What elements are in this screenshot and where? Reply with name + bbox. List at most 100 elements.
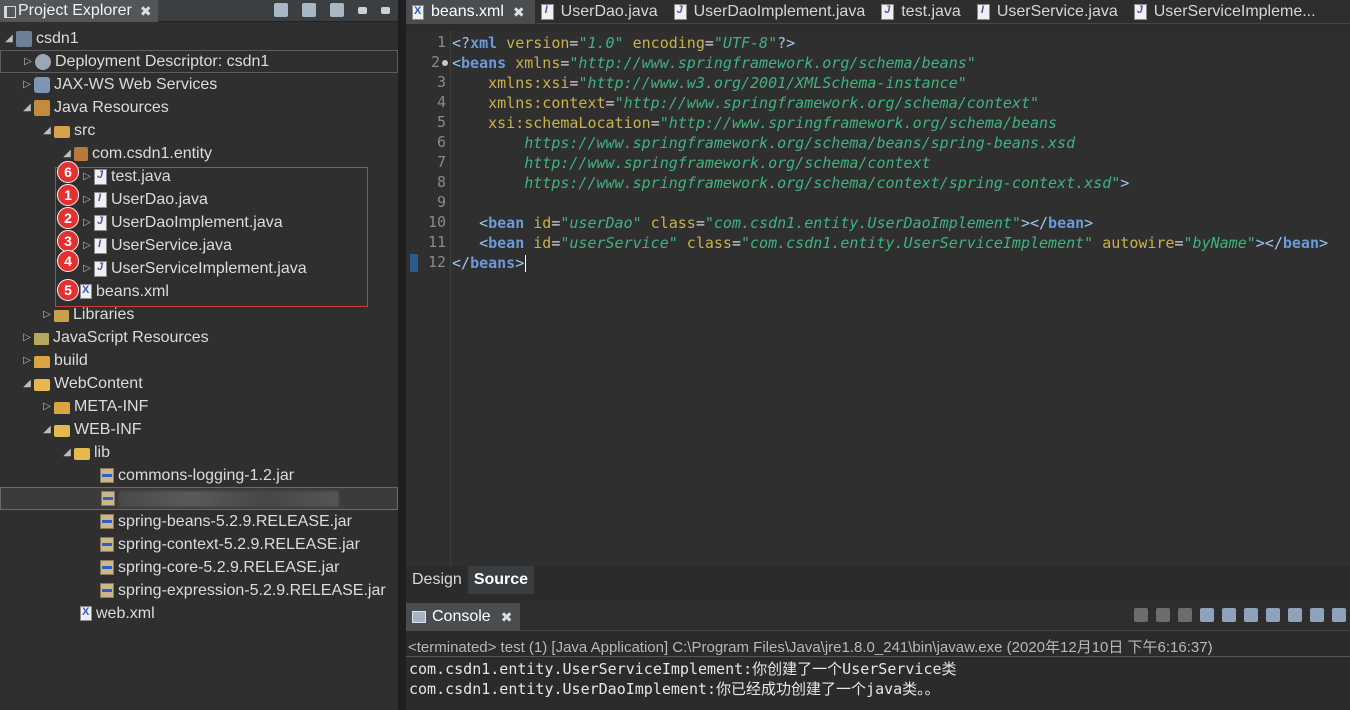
expand-arrow-icon[interactable]: ◢ xyxy=(20,102,34,113)
code-token: "userDao" xyxy=(560,214,642,232)
tree-item-javascript-resources[interactable]: ▷ JavaScript Resources xyxy=(0,326,398,349)
display-selected-console-icon[interactable] xyxy=(1288,608,1302,622)
expand-arrow-icon[interactable]: ▷ xyxy=(40,309,54,320)
code-token: encoding xyxy=(623,34,705,52)
line-number: 6 xyxy=(436,133,446,151)
clear-console-icon[interactable] xyxy=(1200,608,1214,622)
tree-item-spring-expression-jar[interactable]: spring-expression-5.2.9.RELEASE.jar xyxy=(0,579,398,602)
code-token: = xyxy=(605,94,615,112)
jar-icon xyxy=(100,468,114,483)
tree-item-label: JavaScript Resources xyxy=(53,328,209,346)
code-token: version xyxy=(497,34,570,52)
terminate-icon[interactable] xyxy=(1134,608,1148,622)
tree-item-web-inf[interactable]: ◢ WEB-INF xyxy=(0,418,398,441)
code-line-5: xsi:schemaLocation="http://www.springfra… xyxy=(452,113,1057,133)
package-icon xyxy=(74,146,88,161)
tree-item-label: lib xyxy=(94,443,111,461)
expand-arrow-icon[interactable]: ▷ xyxy=(21,56,35,67)
line-number: 5 xyxy=(436,113,446,131)
tree-item-label: com.csdn1.entity xyxy=(92,144,213,162)
console-toolbar xyxy=(1134,608,1346,622)
tab-design[interactable]: Design xyxy=(406,566,468,594)
code-token: "http://www.springframework.org/schema/b… xyxy=(659,114,1058,132)
tree-item-csdn1[interactable]: ◢ csdn1 xyxy=(0,27,398,50)
code-token: "http://www.springframework.org/schema/b… xyxy=(569,54,976,72)
code-token: > xyxy=(1318,234,1329,252)
tab-label: UserDaoImplement.java xyxy=(693,3,866,20)
link-with-editor-icon[interactable] xyxy=(302,3,316,17)
java-file-icon xyxy=(881,4,895,20)
pin-console-icon[interactable] xyxy=(1266,608,1280,622)
tab-label: Project Explorer xyxy=(18,2,132,19)
tree-item-commons-logging-jar[interactable]: commons-logging-1.2.jar xyxy=(0,464,398,487)
code-token: ></ xyxy=(1020,214,1049,232)
tab-test-java[interactable]: test.java xyxy=(875,0,971,24)
tree-item-spring-beans-jar[interactable]: spring-beans-5.2.9.RELEASE.jar xyxy=(0,510,398,533)
tree-item-spring-context-jar[interactable]: spring-context-5.2.9.RELEASE.jar xyxy=(0,533,398,556)
collapse-all-icon[interactable] xyxy=(274,3,288,17)
expand-arrow-icon[interactable]: ▷ xyxy=(20,332,34,343)
expand-arrow-icon[interactable]: ▷ xyxy=(40,401,54,412)
jar-icon xyxy=(100,537,114,552)
remove-all-icon[interactable] xyxy=(1178,608,1192,622)
view-menu-icon[interactable] xyxy=(1332,608,1346,622)
expand-arrow-icon[interactable]: ◢ xyxy=(60,148,74,159)
tab-userserviceimplement-java[interactable]: UserServiceImpleme... xyxy=(1128,0,1326,24)
expand-arrow-icon[interactable]: ◢ xyxy=(40,125,54,136)
code-editor[interactable]: 1 2 3 4 5 6 7 8 9 10 11 12 <?xml version… xyxy=(406,31,1350,566)
view-menu-icon[interactable] xyxy=(330,3,344,17)
expand-arrow-icon[interactable]: ▷ xyxy=(20,79,34,90)
tree-item-jax-ws[interactable]: ▷ JAX-WS Web Services xyxy=(0,73,398,96)
expand-arrow-icon[interactable]: ◢ xyxy=(40,424,54,435)
open-console-icon[interactable] xyxy=(1310,608,1324,622)
expand-arrow-icon[interactable]: ◢ xyxy=(60,447,74,458)
expand-arrow-icon[interactable]: ▷ xyxy=(20,355,34,366)
tree-item-spring-core-jar[interactable]: spring-core-5.2.9.RELEASE.jar xyxy=(0,556,398,579)
tab-userdaoimplement-java[interactable]: UserDaoImplement.java xyxy=(668,0,876,24)
code-token: xsi:schemaLocation xyxy=(452,114,651,132)
expand-arrow-icon[interactable]: ◢ xyxy=(20,378,34,389)
tree-item-java-resources[interactable]: ◢ Java Resources xyxy=(0,96,398,119)
close-icon[interactable]: ✖ xyxy=(501,609,513,626)
tab-beans-xml[interactable]: beans.xml ✖ xyxy=(406,0,535,24)
project-explorer-header: Project Explorer ✖ xyxy=(0,0,398,22)
minimize-icon[interactable] xyxy=(381,7,390,14)
fold-toggle-icon[interactable] xyxy=(442,60,448,66)
code-token: https://www.springframework.org/schema/b… xyxy=(452,134,1076,152)
word-wrap-icon[interactable] xyxy=(1244,608,1258,622)
expand-arrow-icon[interactable]: ◢ xyxy=(2,33,16,44)
jar-icon xyxy=(100,583,114,598)
code-token: = xyxy=(695,214,705,232)
tree-item-redacted-jar[interactable] xyxy=(0,487,398,510)
close-icon[interactable]: ✖ xyxy=(140,3,152,20)
tree-item-lib[interactable]: ◢ lib xyxy=(0,441,398,464)
tab-userdao-java[interactable]: UserDao.java xyxy=(535,0,668,24)
explorer-toolbar xyxy=(274,3,390,17)
tab-console[interactable]: Console ✖ xyxy=(406,603,521,631)
code-token: "userService" xyxy=(560,234,678,252)
code-token: = xyxy=(1174,234,1184,252)
code-token: "com.csdn1.entity.UserServiceImplement" xyxy=(741,234,1094,252)
console-output[interactable]: <terminated> test (1) [Java Application]… xyxy=(406,631,1350,710)
tab-source[interactable]: Source xyxy=(467,566,535,594)
tree-item-package[interactable]: ◢ com.csdn1.entity xyxy=(0,142,398,165)
code-token: xml xyxy=(470,34,498,52)
remove-launch-icon[interactable] xyxy=(1156,608,1170,622)
tree-item-webcontent[interactable]: ◢ WebContent xyxy=(0,372,398,395)
tree-item-web-xml[interactable]: web.xml xyxy=(0,602,398,625)
code-text[interactable]: <?xml version="1.0" encoding="UTF-8"?> <… xyxy=(452,31,1350,566)
code-token: <? xyxy=(452,34,471,52)
tab-userservice-java[interactable]: UserService.java xyxy=(971,0,1128,24)
tab-project-explorer[interactable]: Project Explorer ✖ xyxy=(0,0,158,22)
tree-item-label: commons-logging-1.2.jar xyxy=(118,466,295,484)
close-icon[interactable]: ✖ xyxy=(513,4,525,21)
panel-splitter[interactable] xyxy=(398,0,406,710)
tree-item-meta-inf[interactable]: ▷ META-INF xyxy=(0,395,398,418)
code-token: "http://www.springframework.org/schema/c… xyxy=(614,94,1040,112)
scroll-lock-icon[interactable] xyxy=(1222,608,1236,622)
chevron-down-icon[interactable] xyxy=(358,7,367,14)
tree-item-build[interactable]: ▷ build xyxy=(0,349,398,372)
tree-item-src[interactable]: ◢ src xyxy=(0,119,398,142)
tree-item-deployment-descriptor[interactable]: ▷ Deployment Descriptor: csdn1 xyxy=(0,50,398,73)
tree-item-label: spring-context-5.2.9.RELEASE.jar xyxy=(118,535,360,553)
